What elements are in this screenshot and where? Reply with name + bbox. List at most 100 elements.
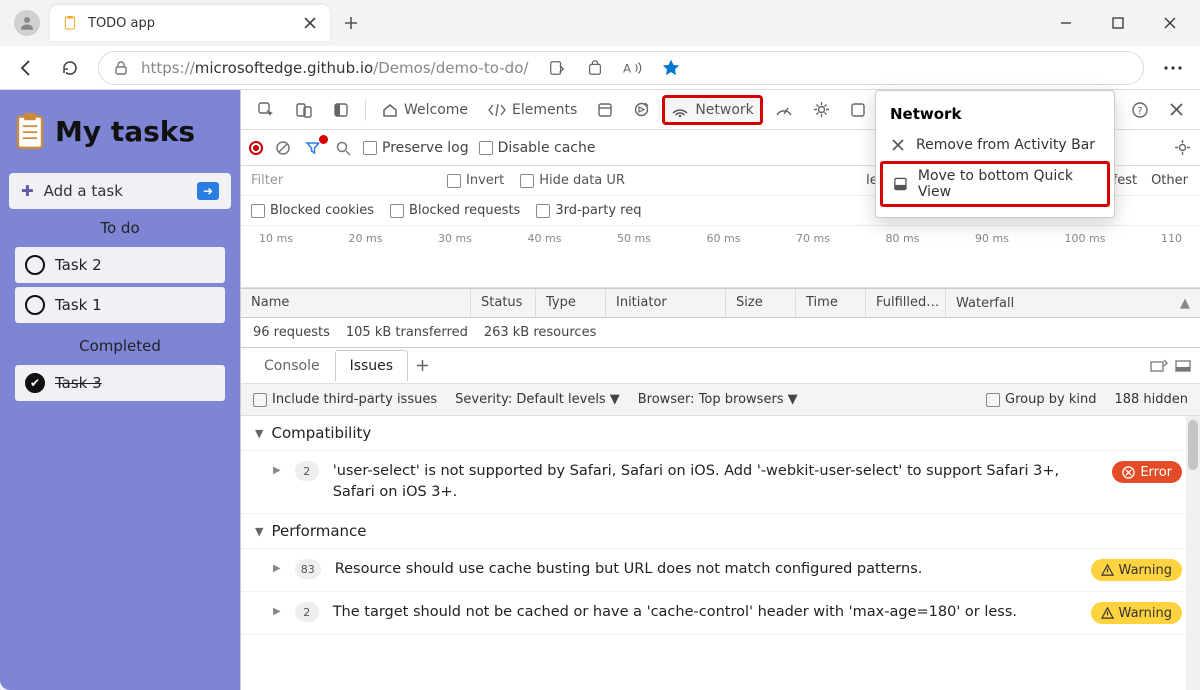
tab-console[interactable]: Console	[249, 350, 335, 382]
todo-app: My tasks ✚ Add a task ➜ To do Task 2 Tas…	[0, 90, 240, 690]
filter-button[interactable]	[303, 138, 323, 158]
group-by-kind-checkbox[interactable]: Group by kind	[986, 392, 1096, 407]
shopping-icon[interactable]	[578, 51, 612, 85]
expand-icon[interactable]: ▶	[273, 563, 281, 574]
tab-welcome[interactable]: Welcome	[374, 95, 476, 125]
svg-text:?: ?	[1137, 106, 1142, 117]
drawer-tabs: Console Issues	[241, 348, 1200, 384]
severity-select[interactable]: Severity: Default levels▼	[455, 392, 620, 407]
task-item-done[interactable]: ✔Task 3	[15, 365, 225, 401]
help-icon[interactable]: ?	[1123, 95, 1157, 125]
record-button[interactable]	[249, 141, 263, 155]
edit-page-icon[interactable]	[540, 51, 574, 85]
add-task-input[interactable]: ✚ Add a task ➜	[9, 173, 231, 209]
task-checkbox[interactable]	[25, 255, 45, 275]
issue-group[interactable]: ▼Compatibility	[241, 416, 1200, 451]
dock-bottom-icon	[893, 176, 908, 192]
dock-icon[interactable]	[325, 95, 357, 125]
drawer-expand-icon[interactable]	[1150, 359, 1168, 373]
window-maximize[interactable]	[1096, 7, 1140, 39]
tab-elements[interactable]: Elements	[480, 95, 585, 125]
tab-title: TODO app	[88, 16, 292, 31]
back-button[interactable]	[10, 52, 42, 84]
profile-avatar[interactable]	[14, 10, 40, 36]
issue-row[interactable]: ▶ 83 Resource should use cache busting b…	[241, 549, 1200, 592]
preserve-log-checkbox[interactable]: Preserve log	[363, 140, 469, 156]
network-summary: 96 requests 105 kB transferred 263 kB re…	[241, 318, 1200, 348]
blocked-cookies-checkbox[interactable]: Blocked cookies	[251, 203, 374, 218]
context-menu: Network Remove from Activity Bar Move to…	[875, 90, 1115, 218]
add-drawer-tab[interactable]	[408, 352, 436, 380]
scrollbar[interactable]	[1186, 416, 1200, 690]
add-task-label: Add a task	[44, 182, 123, 200]
completed-heading: Completed	[9, 327, 231, 361]
blocked-requests-checkbox[interactable]: Blocked requests	[390, 203, 520, 218]
warning-badge: Warning	[1091, 559, 1182, 581]
url-field[interactable]: https://microsoftedge.github.io/Demos/de…	[98, 51, 1144, 85]
performance-icon[interactable]	[767, 95, 801, 125]
url-text: https://microsoftedge.github.io/Demos/de…	[141, 59, 528, 77]
tab-issues[interactable]: Issues	[335, 350, 409, 382]
inspect-icon[interactable]	[249, 95, 283, 125]
collapse-icon[interactable]: ▼	[255, 525, 263, 538]
task-item[interactable]: Task 2	[15, 247, 225, 283]
memory-icon[interactable]	[842, 95, 874, 125]
browser-tab[interactable]: TODO app	[50, 5, 330, 41]
task-checkbox[interactable]	[25, 295, 45, 315]
issues-toolbar: Include third-party issues Severity: Def…	[241, 384, 1200, 416]
expand-icon[interactable]: ▶	[273, 465, 281, 476]
expand-icon[interactable]: ▶	[273, 606, 281, 617]
device-toggle-icon[interactable]	[287, 95, 321, 125]
include-third-party-checkbox[interactable]: Include third-party issues	[253, 392, 437, 407]
network-settings-icon[interactable]	[1172, 138, 1192, 158]
app-title: My tasks	[55, 115, 195, 148]
hide-data-urls-checkbox[interactable]: Hide data UR	[520, 173, 625, 188]
browser-titlebar: TODO app	[0, 0, 1200, 46]
settings-gear-icon[interactable]	[805, 95, 838, 125]
filter-input[interactable]: Filter	[251, 173, 431, 188]
issue-count-badge: 2	[295, 602, 319, 622]
network-table-header[interactable]: Name Status Type Initiator Size Time Ful…	[241, 288, 1200, 318]
issue-row[interactable]: ▶ 2 The target should not be cached or h…	[241, 592, 1200, 635]
collapse-icon[interactable]: ▼	[255, 427, 263, 440]
search-icon[interactable]	[333, 138, 353, 158]
favorite-star-icon[interactable]	[654, 51, 688, 85]
new-tab-button[interactable]	[336, 8, 366, 38]
invert-checkbox[interactable]: Invert	[447, 173, 504, 188]
sort-icon[interactable]: ▲	[1180, 296, 1190, 311]
sources-icon[interactable]	[625, 95, 658, 125]
issue-group[interactable]: ▼Performance	[241, 514, 1200, 549]
browser-menu-button[interactable]	[1156, 51, 1190, 85]
window-minimize[interactable]	[1044, 7, 1088, 39]
refresh-button[interactable]	[54, 52, 86, 84]
todo-heading: To do	[9, 209, 231, 243]
site-info-icon[interactable]	[113, 60, 129, 76]
window-close[interactable]	[1148, 7, 1192, 39]
disable-cache-checkbox[interactable]: Disable cache	[479, 140, 596, 156]
close-icon[interactable]	[302, 15, 318, 31]
drawer-dock-icon[interactable]	[1174, 359, 1192, 373]
task-checkbox-checked[interactable]: ✔	[25, 373, 45, 393]
submit-task-button[interactable]: ➜	[197, 182, 219, 200]
remove-icon	[890, 137, 906, 153]
clear-button[interactable]	[273, 138, 293, 158]
svg-text:A: A	[623, 61, 631, 75]
context-menu-remove[interactable]: Remove from Activity Bar	[876, 131, 1114, 159]
task-item[interactable]: Task 1	[15, 287, 225, 323]
network-timeline[interactable]: 10 ms20 ms30 ms40 ms50 ms60 ms70 ms80 ms…	[241, 226, 1200, 288]
context-menu-title: Network	[876, 97, 1114, 131]
issue-row[interactable]: ▶ 2 'user-select' is not supported by Sa…	[241, 451, 1200, 514]
read-aloud-icon[interactable]: A	[616, 51, 650, 85]
context-menu-move-bottom[interactable]: Move to bottom Quick View	[880, 161, 1110, 207]
app-panel-icon[interactable]	[589, 95, 621, 125]
hidden-count[interactable]: 188 hidden	[1114, 392, 1188, 407]
issue-count-badge: 83	[295, 559, 321, 579]
third-party-checkbox[interactable]: 3rd-party req	[536, 203, 641, 218]
clipboard-icon	[62, 15, 78, 31]
tab-network[interactable]: Network	[662, 95, 762, 125]
clipboard-logo-icon	[15, 113, 45, 149]
warning-badge: Warning	[1091, 602, 1182, 624]
browser-select[interactable]: Browser: Top browsers▼	[638, 392, 798, 407]
close-devtools-icon[interactable]	[1161, 95, 1192, 125]
issue-count-badge: 2	[295, 461, 319, 481]
